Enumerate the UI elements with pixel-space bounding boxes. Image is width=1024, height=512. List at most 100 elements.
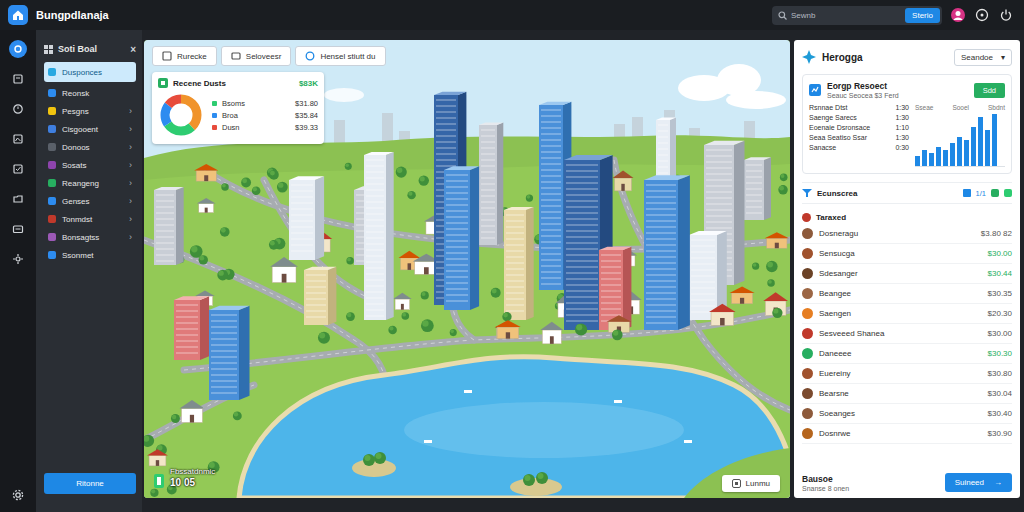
map-caption: Fbssatdnmic10 05 xyxy=(154,467,215,488)
row-value: $35.84 xyxy=(295,111,318,120)
avatar-icon xyxy=(802,368,813,379)
list-row[interactable]: Saengen$20.30 xyxy=(802,304,1012,324)
search-box[interactable]: Sterio xyxy=(772,6,942,25)
item-arrow: › xyxy=(129,232,132,242)
city-map[interactable]: RureckeSeloveesrHensel stiutt duRecene D… xyxy=(144,40,790,498)
notification-avatar[interactable] xyxy=(950,7,966,23)
map-chip[interactable]: Lunmu xyxy=(722,475,780,492)
avatar-icon xyxy=(802,288,813,299)
row-label: Eoenaie Dsronsace xyxy=(809,124,870,131)
list-row[interactable]: Sdesanger$30.44 xyxy=(802,264,1012,284)
row-value: 1:30 xyxy=(895,134,909,141)
row-name: Euereiny xyxy=(819,369,982,378)
bar-chart xyxy=(915,114,1005,167)
sidebar-item[interactable]: Genses › xyxy=(44,192,136,210)
rail-item[interactable] xyxy=(9,250,27,268)
list-row[interactable]: Euereiny $30.80 xyxy=(802,364,1012,384)
rail-item[interactable] xyxy=(9,130,27,148)
search-field[interactable] xyxy=(791,8,901,23)
rail-item[interactable] xyxy=(9,190,27,208)
rail-item[interactable] xyxy=(9,220,27,238)
message-icon xyxy=(12,223,24,235)
list-row[interactable]: Bearsne$30.04 xyxy=(802,384,1012,404)
app-title: Bungpdlanaja xyxy=(36,9,109,21)
row-marker xyxy=(212,125,217,130)
settings-button[interactable] xyxy=(9,486,27,504)
tab-icon xyxy=(162,51,172,61)
avatar-icon[interactable] xyxy=(950,7,966,23)
card-rows: Rsnnae Dtst1:30Saenge Sarecs1:30Eoenaie … xyxy=(809,104,909,167)
sidebar-item[interactable]: Pesgns› xyxy=(44,102,136,120)
avatar-icon xyxy=(802,408,813,419)
sidebar-item[interactable]: Donoos› xyxy=(44,138,136,156)
icon-rail xyxy=(0,30,36,512)
amount-text: $30.90 xyxy=(988,429,1012,438)
sidebar-item[interactable]: Cisgooent› xyxy=(44,120,136,138)
dashboard-icon xyxy=(12,73,24,85)
chart-bar xyxy=(964,140,969,166)
green-dot-icon[interactable] xyxy=(1004,189,1012,197)
gear-icon[interactable] xyxy=(12,489,24,501)
add-button[interactable]: Sdd xyxy=(974,83,1005,98)
card-row: Rsnnae Dtst1:30 xyxy=(809,104,909,111)
sidebar-button[interactable]: Ritonne xyxy=(44,473,136,494)
list-row[interactable]: Daneeee$30.30 xyxy=(802,344,1012,364)
list-row[interactable]: Beangee$30.35 xyxy=(802,284,1012,304)
avatar-icon xyxy=(802,428,813,439)
row-marker xyxy=(212,101,217,106)
house-icon xyxy=(12,9,24,21)
rail-item[interactable] xyxy=(9,100,27,118)
sidebar-item[interactable]: Reonsk xyxy=(44,84,136,102)
tasks-icon xyxy=(12,163,24,175)
amount-text: $30.44 xyxy=(988,269,1012,278)
rail-item[interactable] xyxy=(9,40,27,58)
map-tab[interactable]: Seloveesr xyxy=(221,46,292,66)
donut-segment xyxy=(165,99,197,131)
sidebar-item[interactable]: Reangeng› xyxy=(44,174,136,192)
power-icon[interactable] xyxy=(999,8,1013,22)
sidebar-item[interactable]: Tonmdst› xyxy=(44,210,136,228)
row-value: $39.33 xyxy=(295,123,318,132)
sidebar-item[interactable]: Dusponces xyxy=(44,62,136,82)
panel-dropdown[interactable]: Seandoe▾ xyxy=(954,49,1012,66)
chip-label: Lunmu xyxy=(746,479,770,488)
green-dot-icon[interactable] xyxy=(991,189,999,197)
chart-bar xyxy=(950,143,955,166)
search-button[interactable]: Sterio xyxy=(905,8,940,23)
rail-item[interactable] xyxy=(9,70,27,88)
avatar-icon xyxy=(802,348,813,359)
rail-item[interactable] xyxy=(9,160,27,178)
card-subtitle: Seauc Seocea $3 Ferd xyxy=(827,92,968,99)
report-icon xyxy=(809,84,821,96)
row-label: Broa xyxy=(222,111,290,120)
item-label: Reonsk xyxy=(62,89,132,98)
sidebar-item[interactable]: Bonsagtss› xyxy=(44,228,136,246)
dropdown-arrow: ▾ xyxy=(1001,53,1005,62)
avatar-icon xyxy=(802,228,813,239)
sidebar-item[interactable]: Sosats› xyxy=(44,156,136,174)
list-row[interactable]: Sesveeed Shanea$30.00 xyxy=(802,324,1012,344)
list-row[interactable]: Dosneragu$3.80 82 xyxy=(802,224,1012,244)
item-arrow: › xyxy=(129,196,132,206)
help-icon[interactable] xyxy=(975,8,989,22)
item-label: Pesgns xyxy=(62,107,123,116)
list-row[interactable]: Sensucga$30.00 xyxy=(802,244,1012,264)
amount-text: $30.00 xyxy=(988,249,1012,258)
map-tab[interactable]: Rurecke xyxy=(152,46,217,66)
power-button[interactable] xyxy=(998,7,1014,23)
help-button[interactable] xyxy=(974,7,990,23)
square-icon[interactable] xyxy=(963,189,971,197)
amount: $30.80 xyxy=(988,369,1012,378)
continue-button[interactable]: Suineed→ xyxy=(945,473,1012,492)
list-row[interactable]: Soeanges$30.40 xyxy=(802,404,1012,424)
map-tab[interactable]: Hensel stiutt du xyxy=(295,46,385,66)
list-row[interactable]: Dosnrwe$30.90 xyxy=(802,424,1012,444)
top-bar: Bungpdlanaja Sterio xyxy=(0,0,1024,30)
sidebar-item[interactable]: Ssonmet xyxy=(44,246,136,264)
close-button[interactable]: × xyxy=(130,44,136,55)
item-label: Genses xyxy=(62,197,123,206)
item-icon xyxy=(48,125,56,133)
row-value: 1:10 xyxy=(895,124,909,131)
row-label: Sanacse xyxy=(809,144,836,151)
filter-row: Ecunscrea1/1 xyxy=(802,182,1012,204)
